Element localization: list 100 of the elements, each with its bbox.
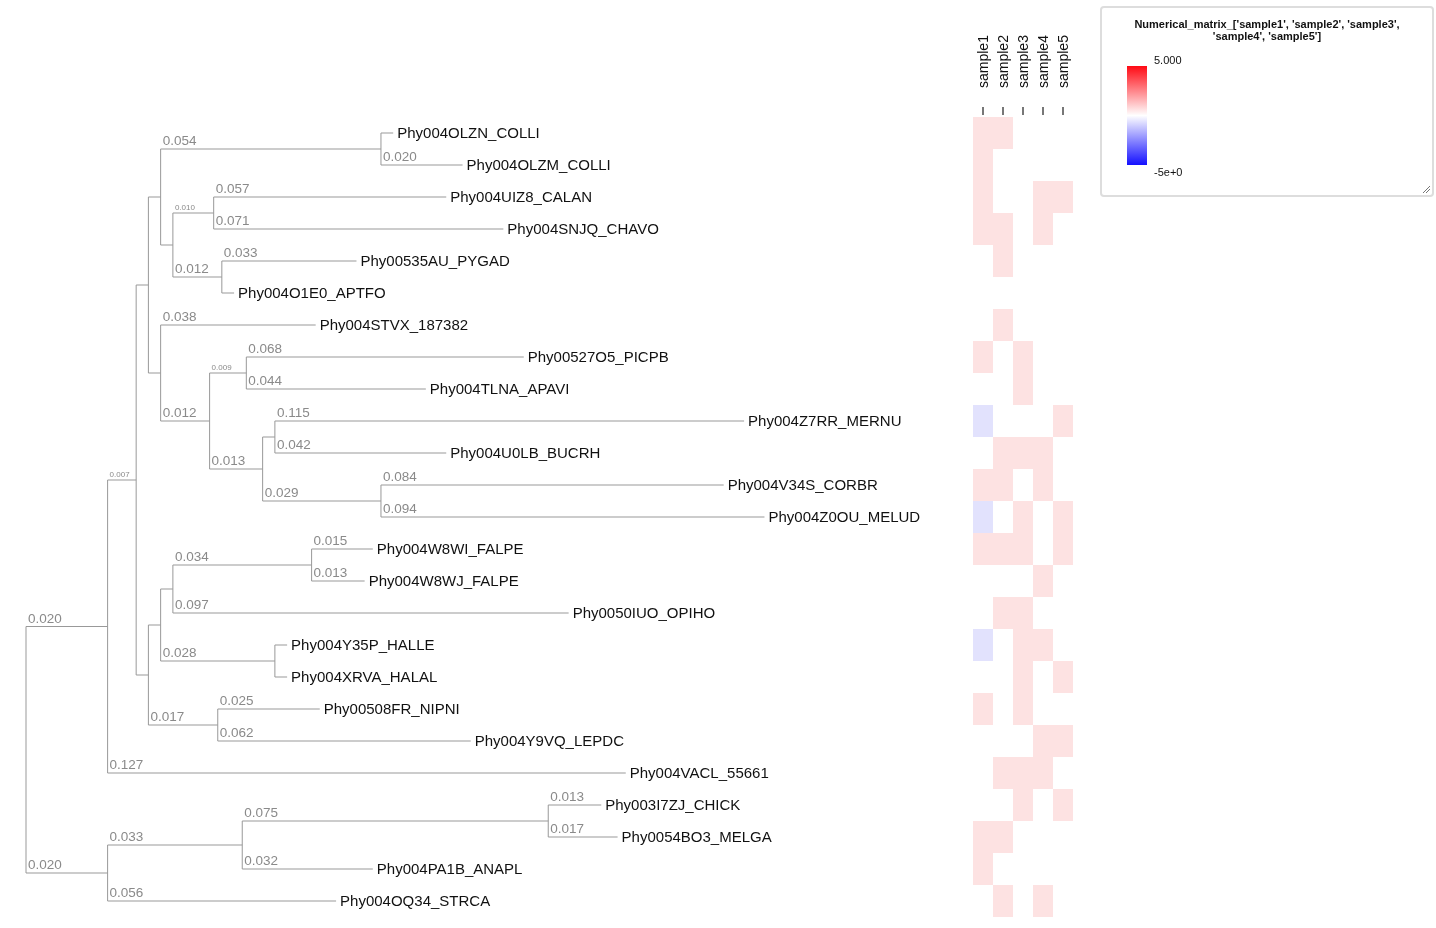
leaf-label: Phy004U0LB_BUCRH [450,444,601,461]
branch-length-label: 0.127 [109,757,144,772]
column-tick [1002,106,1004,116]
branch-line [547,804,602,806]
column-header: sample3 [1015,35,1031,88]
branch-length-label: 0.009 [211,363,232,372]
branch-line [160,420,211,422]
clade-line [172,212,174,278]
leaf-label: Phy004OQ34_STRCA [340,892,491,909]
branch-length-label: 0.062 [219,725,254,740]
branch-length-label: 0.075 [244,805,279,820]
branch-length-label: 0.025 [219,693,254,708]
clade-line [262,436,264,502]
branch-length-label: 0.020 [28,857,62,872]
branch-line [107,479,137,481]
leaf-label: Phy004TLNA_APAVI [429,380,570,397]
branch-length-label: 0.013 [550,789,585,804]
leaf-label: Phy003I7ZJ_CHICK [605,796,741,813]
branch-line [147,624,162,626]
leaf-label: Phy004Z7RR_MERNU [748,412,902,429]
branch-line [147,724,219,726]
clade-line [213,196,215,230]
clade-line [311,548,313,582]
clade-line [245,356,247,390]
branch-length-label: 0.020 [28,610,62,626]
leaf-label: Phy004STVX_187382 [319,316,469,333]
branch-length-label: 0.020 [382,149,417,164]
branch-length-label: 0.044 [248,373,283,388]
clade-line [274,644,276,678]
column-tick [982,106,984,116]
branch-line [160,588,174,590]
leaf-label: Phy0054BO3_MELGA [621,828,772,845]
branch-line [172,276,223,278]
branch-length-label: 0.012 [174,261,209,276]
leaf-label: Phy004Y9VQ_LEPDC [474,732,624,749]
branch-length-label: 0.013 [211,453,246,468]
branch-line [135,284,149,286]
column-header: sample4 [1035,35,1051,88]
branch-line [547,836,619,838]
branch-line [209,372,247,374]
branch-length-label: 0.032 [244,853,279,868]
branch-line [262,436,276,438]
clade-line [274,420,276,454]
branch-length-label: 0.033 [223,245,258,260]
branch-length-label: 0.056 [109,885,144,900]
leaf-label: Phy004PA1B_ANAPL [376,860,523,877]
branch-length-label: 0.015 [313,533,348,548]
clade-line [107,844,109,902]
leaf-label: Phy00508FR_NIPNI [323,700,460,717]
leaf-label: Phy004O1E0_APTFO [238,284,386,301]
leaf-label: Phy004OLZN_COLLI [397,124,540,141]
leaf-label: Phy004XRVA_HALAL [291,668,438,685]
branch-length-label: 0.013 [313,565,348,580]
branch-length-label: 0.084 [382,469,417,484]
column-header: sample1 [975,35,991,88]
column-tick [1022,106,1024,116]
branch-line [311,548,374,550]
branch-length-label: 0.010 [174,203,195,212]
legend-title: Numerical_matrix_['sample1', 'sample2', 'sample3', 'sample4', 'sample5'] [1133,18,1401,42]
branch-line [311,580,366,582]
branch-length-label: 0.071 [215,213,250,228]
leaf-label: Phy004OLZM_COLLI [466,156,611,173]
column-tick [1042,106,1044,116]
branch-length-label: 0.017 [150,709,185,724]
branch-length-label: 0.068 [248,341,283,356]
branch-length-label: 0.007 [109,470,130,479]
branch-line [172,212,215,214]
leaf-label: Phy004Z0OU_MELUD [768,508,921,525]
clade-line [221,260,223,294]
leaf-label: Phy004SNJQ_CHAVO [507,220,659,237]
branch-line [135,674,149,676]
branch-length-label: 0.115 [276,405,310,420]
clade-line [380,132,382,166]
branch-length-label: 0.042 [276,437,311,452]
branch-length-label: 0.057 [215,181,250,196]
clade-line [241,820,243,870]
column-tick [1062,106,1064,116]
branch-length-label: 0.038 [162,309,197,324]
branch-length-label: 0.054 [162,133,197,148]
branch-line [209,468,264,470]
leaf-label: Phy004UIZ8_CALAN [450,188,592,205]
branch-line [274,676,288,678]
branch-length-label: 0.012 [162,405,197,420]
branch-length-label: 0.033 [109,829,144,844]
clade-line [217,708,219,742]
leaf-label: Phy004Y35P_HALLE [291,636,435,653]
column-header: sample2 [995,35,1011,88]
leaf-label: Phy00527O5_PICPB [527,348,669,365]
scale-max-label: 5.000 [1154,54,1183,66]
scale-min-label: -5e+0 [1154,166,1183,178]
leaf-label: Phy0050IUO_OPIHO [572,604,716,621]
leaf-label: Phy00535AU_PYGAD [360,252,510,269]
resize-grip-icon[interactable] [1422,185,1430,193]
column-header: sample5 [1055,35,1071,88]
branch-line [221,292,235,294]
leaf-label: Phy004VACL_55661 [629,764,769,781]
leaf-label: Phy004W8WI_FALPE [376,540,524,557]
branch-length-label: 0.094 [382,501,417,516]
clade-line [547,804,549,838]
clade-line [172,564,174,614]
